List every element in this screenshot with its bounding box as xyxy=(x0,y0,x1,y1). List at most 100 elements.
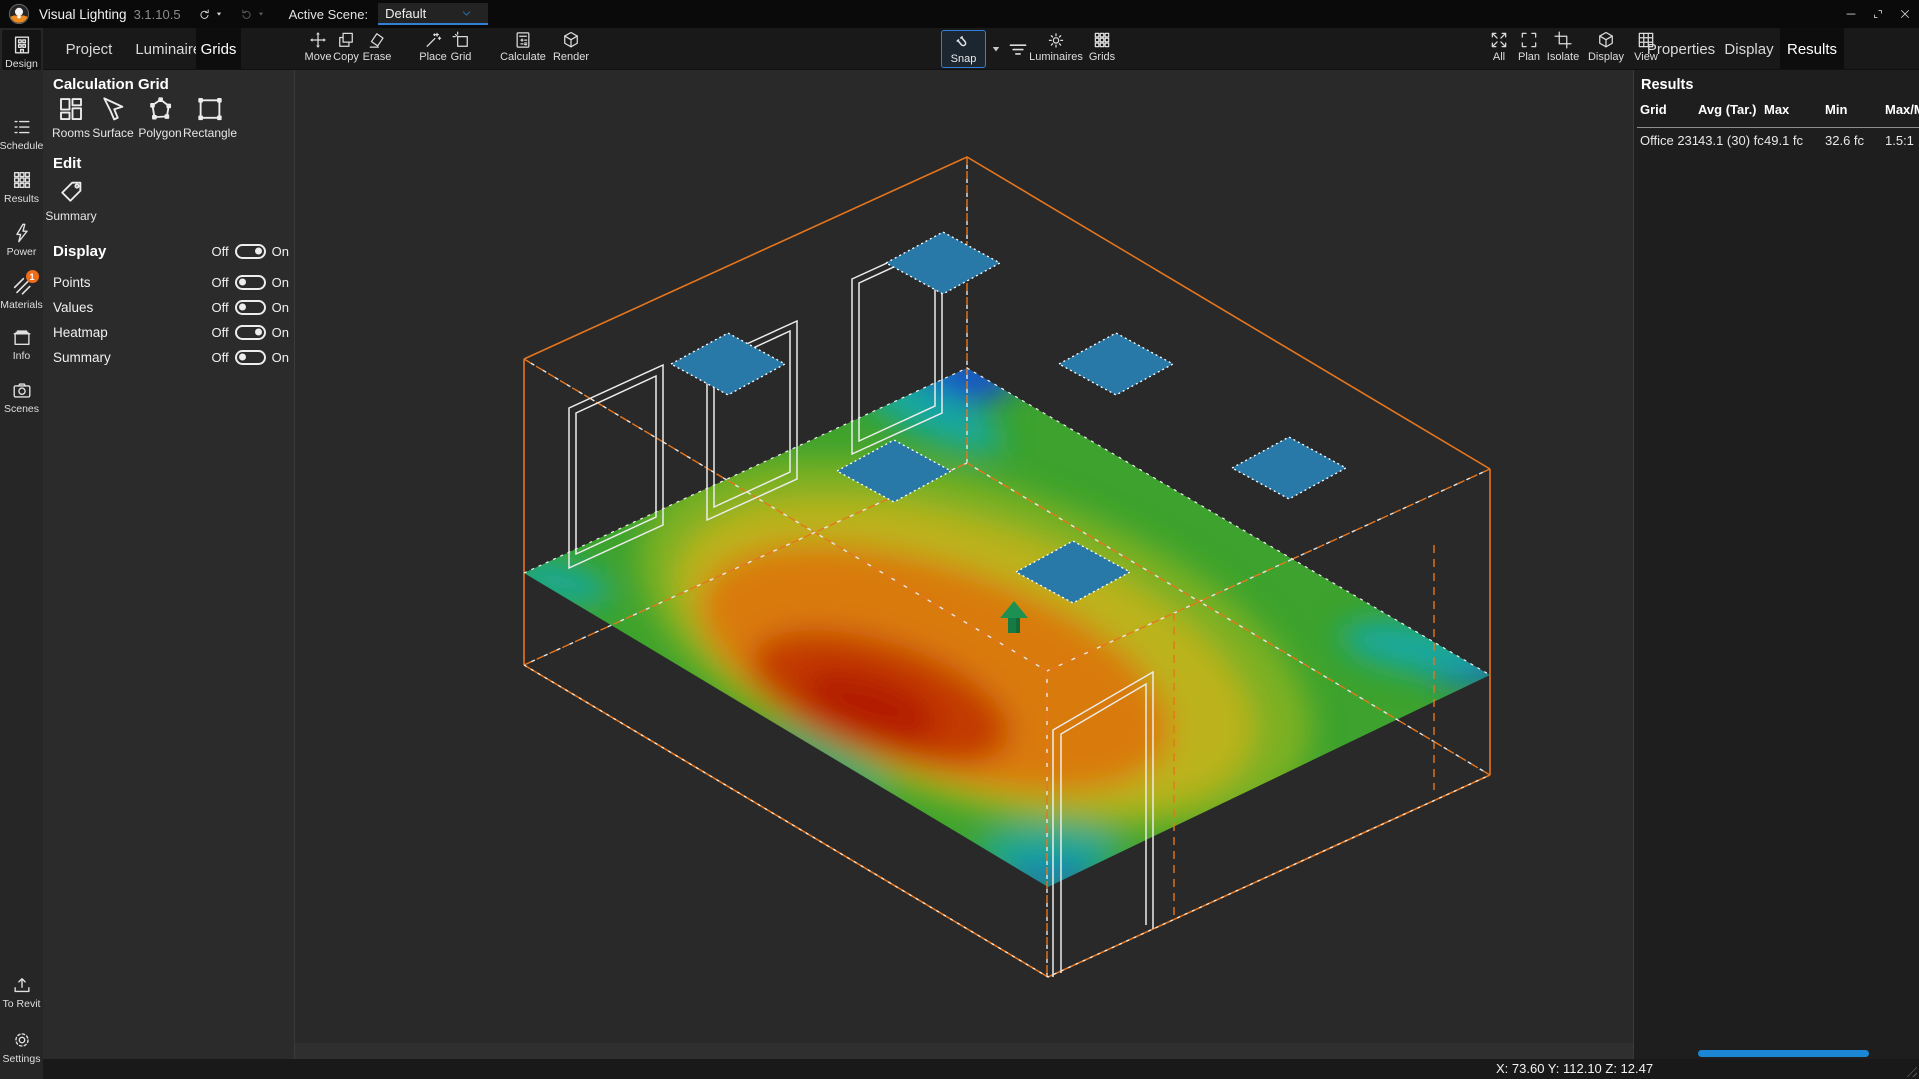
tab-grids[interactable]: Grids xyxy=(196,28,241,70)
cursor-coordinates: X: 73.60 Y: 112.10 Z: 12.47 xyxy=(1496,1059,1653,1079)
active-scene-label: Active Scene: xyxy=(289,7,369,22)
eraser-icon xyxy=(367,30,387,50)
restore-icon xyxy=(1871,7,1885,21)
tab-results[interactable]: Results xyxy=(1780,28,1844,70)
redo-caret-icon xyxy=(257,10,265,18)
sidebar-item-schedule[interactable]: Schedule xyxy=(2,112,41,152)
gear-icon xyxy=(11,1029,33,1051)
grid-tool-icon xyxy=(451,30,471,50)
sidebar-item-scenes[interactable]: Scenes xyxy=(2,375,41,415)
values-row: Values Off On xyxy=(43,295,295,319)
sidebar-item-design[interactable]: Design xyxy=(2,30,41,70)
luminaire-panel[interactable] xyxy=(1232,437,1346,499)
tab-project[interactable]: Project xyxy=(57,28,121,70)
polygon-tool[interactable]: Polygon xyxy=(137,94,183,140)
pointer-icon xyxy=(98,94,128,124)
expand-all-icon xyxy=(1489,30,1509,50)
viewport-scroll-track[interactable] xyxy=(295,1043,1633,1059)
summary-toggle[interactable] xyxy=(235,350,266,365)
redo-icon xyxy=(239,7,254,22)
undo-icon xyxy=(197,7,212,22)
snap-button[interactable]: Snap xyxy=(941,30,986,68)
results-title: Results xyxy=(1641,77,1693,93)
results-row[interactable]: Office 231 43.1 (30) fc 49.1 fc 32.6 fc … xyxy=(1640,133,1919,148)
info-box-icon xyxy=(11,326,33,348)
luminaire-panel[interactable] xyxy=(671,333,785,395)
erase-button[interactable]: Erase xyxy=(355,30,399,69)
points-row: Points Off On xyxy=(43,270,295,294)
sun-icon xyxy=(1046,30,1066,50)
calculator-icon xyxy=(513,30,533,50)
luminaire-panel[interactable] xyxy=(886,232,1000,294)
luminaire-panel[interactable] xyxy=(1059,333,1173,395)
restore-button[interactable] xyxy=(1864,0,1892,28)
upload-icon xyxy=(11,974,33,996)
app-logo-icon xyxy=(8,3,30,25)
display-master-toggle[interactable] xyxy=(235,244,266,259)
caret-down-icon xyxy=(990,43,1002,55)
redo-button[interactable] xyxy=(239,7,265,22)
camera-icon xyxy=(11,379,33,401)
heatmap-row: Heatmap Off On xyxy=(43,320,295,344)
minimize-button[interactable] xyxy=(1837,0,1865,28)
close-icon xyxy=(1898,7,1912,21)
filter-luminaires-button[interactable]: Luminaires xyxy=(1027,30,1085,69)
app-title: Visual Lighting xyxy=(39,7,127,22)
statusbar: X: 73.60 Y: 112.10 Z: 12.47 xyxy=(43,1059,1919,1079)
render-button[interactable]: Render xyxy=(549,30,593,69)
sidebar-item-settings[interactable]: Settings xyxy=(2,1025,41,1065)
visual-lighting-window: Visual Lighting 3.1.10.5 Active Scene: D… xyxy=(0,0,1919,1079)
sidebar-item-power[interactable]: Power xyxy=(2,218,41,258)
plan-brackets-icon xyxy=(1519,30,1539,50)
rooms-tool[interactable]: Rooms xyxy=(48,94,94,140)
calculation-grid-title: Calculation Grid xyxy=(53,76,169,93)
display-master-row: Display Off On xyxy=(43,236,295,266)
rectangle-tool[interactable]: Rectangle xyxy=(187,94,233,140)
calculate-button[interactable]: Calculate xyxy=(495,30,551,69)
resize-grip[interactable] xyxy=(1904,1064,1917,1077)
summary-tool[interactable]: Summary xyxy=(48,177,94,223)
filter-grids-button[interactable]: Grids xyxy=(1080,30,1124,69)
results-grid-icon xyxy=(11,169,33,191)
active-scene-dropdown[interactable]: Default xyxy=(378,3,488,25)
summary-row: Summary Off On xyxy=(43,345,295,369)
app-version: 3.1.10.5 xyxy=(134,7,181,22)
results-panel: Results Grid Avg (Tar.) Max Min Max/Min … xyxy=(1633,70,1919,1059)
materials-hatch-icon: 1 xyxy=(11,275,33,297)
results-horizontal-scrollbar[interactable] xyxy=(1698,1050,1869,1057)
sidebar-item-results[interactable]: Results xyxy=(2,165,41,205)
sidebar-item-materials[interactable]: 1 Materials xyxy=(2,271,41,311)
display-cube-icon xyxy=(1596,30,1616,50)
scene-canvas[interactable] xyxy=(295,70,1633,1059)
lightning-bolt-icon xyxy=(11,222,33,244)
close-button[interactable] xyxy=(1891,0,1919,28)
tag-icon xyxy=(56,177,86,207)
grid-button[interactable]: Grid xyxy=(439,30,483,69)
points-toggle[interactable] xyxy=(235,275,266,290)
isolate-button[interactable]: Isolate xyxy=(1541,30,1585,69)
surface-tool[interactable]: Surface xyxy=(90,94,136,140)
results-header-divider xyxy=(1637,127,1919,128)
tab-properties[interactable]: Properties xyxy=(1642,28,1720,70)
sidebar: Design Schedule Results Power 1 Material… xyxy=(0,28,43,1079)
active-scene-value: Default xyxy=(385,6,426,21)
heatmap-toggle[interactable] xyxy=(235,325,266,340)
render-cube-icon xyxy=(561,30,581,50)
snap-options-caret[interactable] xyxy=(990,43,1002,55)
sidebar-item-info[interactable]: Info xyxy=(2,322,41,362)
viewport[interactable] xyxy=(295,70,1633,1059)
polygon-icon xyxy=(145,94,175,124)
undo-button[interactable] xyxy=(197,7,223,22)
calculation-grid-panel: Calculation Grid Rooms Surface Polygon R… xyxy=(43,70,295,1059)
tab-display[interactable]: Display xyxy=(1720,28,1778,70)
display-view-button[interactable]: Display xyxy=(1584,30,1628,69)
rooms-icon xyxy=(56,94,86,124)
values-toggle[interactable] xyxy=(235,300,266,315)
building-icon xyxy=(11,34,33,56)
copy-icon xyxy=(336,30,356,50)
minimize-icon xyxy=(1844,7,1858,21)
rectangle-icon xyxy=(195,94,225,124)
crop-icon xyxy=(1553,30,1573,50)
chevron-down-icon xyxy=(460,7,473,20)
sidebar-item-to-revit[interactable]: To Revit xyxy=(2,970,41,1010)
